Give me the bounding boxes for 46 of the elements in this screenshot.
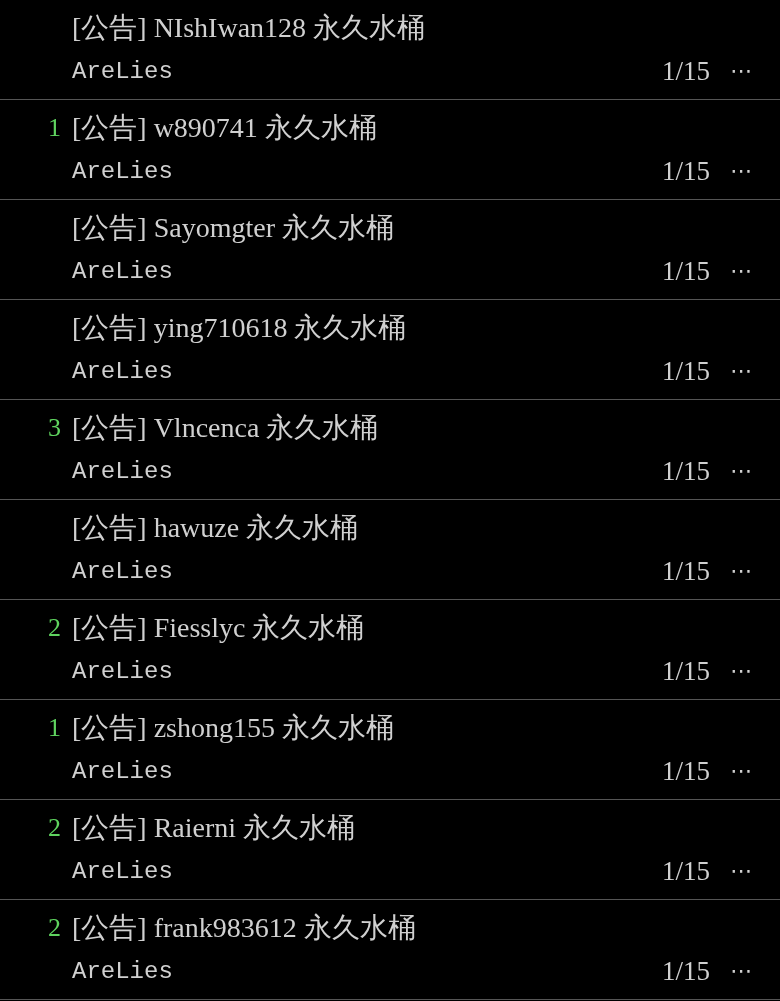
reply-count: 2 [48, 813, 62, 843]
thread-title[interactable]: [公告] NIshIwan128 永久水桶 [72, 9, 780, 47]
author-name: AreLies [72, 458, 173, 485]
reply-count: 1 [48, 713, 62, 743]
author-name: AreLies [72, 858, 173, 885]
author-name: AreLies [72, 358, 173, 385]
thread-title[interactable]: [公告] ying710618 永久水桶 [72, 309, 780, 347]
page-count: 1/15 [662, 956, 710, 987]
more-button[interactable]: ⋯ [730, 658, 760, 683]
reply-count: 1 [48, 113, 62, 143]
page-count: 1/15 [662, 856, 710, 887]
thread-title[interactable]: [公告] hawuze 永久水桶 [72, 509, 780, 547]
page-count: 1/15 [662, 256, 710, 287]
page-count: 1/15 [662, 56, 710, 87]
more-button[interactable]: ⋯ [730, 558, 760, 583]
thread-title[interactable]: [公告] Vlncenca 永久水桶 [72, 409, 780, 447]
author-name: AreLies [72, 658, 173, 685]
page-count: 1/15 [662, 156, 710, 187]
more-button[interactable]: ⋯ [730, 958, 760, 983]
author-name: AreLies [72, 558, 173, 585]
more-button[interactable]: ⋯ [730, 158, 760, 183]
more-button[interactable]: ⋯ [730, 58, 760, 83]
thread-title[interactable]: [公告] Fiesslyc 永久水桶 [72, 609, 780, 647]
more-button[interactable]: ⋯ [730, 758, 760, 783]
more-button[interactable]: ⋯ [730, 358, 760, 383]
author-name: AreLies [72, 958, 173, 985]
page-count: 1/15 [662, 556, 710, 587]
page-count: 1/15 [662, 656, 710, 687]
page-count: 1/15 [662, 356, 710, 387]
thread-title[interactable]: [公告] zshong155 永久水桶 [72, 709, 780, 747]
more-button[interactable]: ⋯ [730, 858, 760, 883]
reply-count: 3 [48, 413, 62, 443]
page-count: 1/15 [662, 456, 710, 487]
author-name: AreLies [72, 758, 173, 785]
page-count: 1/15 [662, 756, 710, 787]
thread-title[interactable]: [公告] Sayomgter 永久水桶 [72, 209, 780, 247]
author-name: AreLies [72, 258, 173, 285]
thread-title[interactable]: [公告] w890741 永久水桶 [72, 109, 780, 147]
author-name: AreLies [72, 58, 173, 85]
thread-title[interactable]: [公告] frank983612 永久水桶 [72, 909, 780, 947]
reply-count: 2 [48, 913, 62, 943]
reply-count: 2 [48, 613, 62, 643]
more-button[interactable]: ⋯ [730, 258, 760, 283]
more-button[interactable]: ⋯ [730, 458, 760, 483]
thread-title[interactable]: [公告] Raierni 永久水桶 [72, 809, 780, 847]
author-name: AreLies [72, 158, 173, 185]
